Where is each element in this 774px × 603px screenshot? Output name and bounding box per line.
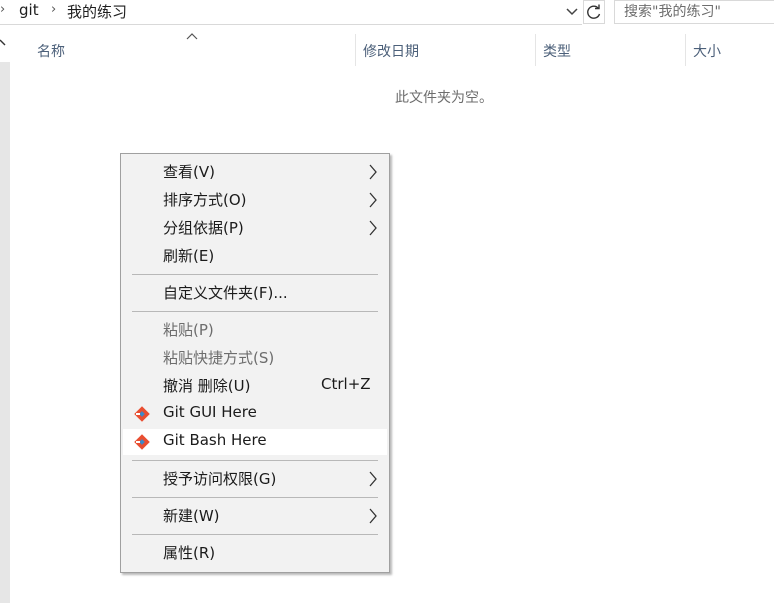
menu-separator	[132, 460, 378, 461]
column-date-modified[interactable]: 修改日期	[363, 41, 419, 61]
address-bar: › git › 我的练习	[0, 0, 774, 26]
column-name[interactable]: 名称	[37, 41, 65, 61]
menu-item-sort-by[interactable]: 排序方式(O)	[123, 187, 387, 213]
navigation-expand-icon[interactable]	[0, 38, 8, 50]
column-type[interactable]: 类型	[543, 41, 571, 61]
menu-item-label: Git Bash Here	[163, 431, 267, 449]
menu-item-view[interactable]: 查看(V)	[123, 159, 387, 185]
menu-item-properties[interactable]: 属性(R)	[123, 540, 387, 566]
column-divider[interactable]	[355, 34, 356, 66]
menu-separator	[132, 534, 378, 535]
sort-ascending-icon	[186, 33, 198, 40]
refresh-icon	[587, 4, 601, 19]
menu-item-label: 查看(V)	[163, 163, 215, 181]
search-box[interactable]	[614, 0, 774, 24]
menu-item-label: Git GUI Here	[163, 403, 257, 421]
menu-item-label: 粘贴快捷方式(S)	[163, 349, 275, 367]
menu-separator	[132, 497, 378, 498]
submenu-chevron-icon	[369, 192, 377, 208]
search-input[interactable]	[624, 2, 774, 22]
menu-item-undo-delete[interactable]: 撤消 删除(U) Ctrl+Z	[123, 373, 387, 399]
menu-item-give-access[interactable]: 授予访问权限(G)	[123, 466, 387, 492]
menu-item-customize-folder[interactable]: 自定义文件夹(F)...	[123, 280, 387, 306]
submenu-chevron-icon	[369, 508, 377, 524]
column-size[interactable]: 大小	[693, 41, 721, 61]
menu-item-label: 授予访问权限(G)	[163, 470, 277, 488]
empty-folder-message: 此文件夹为空。	[395, 90, 493, 106]
menu-separator	[132, 311, 378, 312]
menu-item-shortcut: Ctrl+Z	[321, 375, 371, 393]
submenu-chevron-icon	[369, 471, 377, 487]
menu-item-group-by[interactable]: 分组依据(P)	[123, 215, 387, 241]
menu-item-paste-shortcut[interactable]: 粘贴快捷方式(S)	[123, 345, 387, 371]
menu-item-git-bash[interactable]: Git Bash Here	[123, 429, 387, 455]
breadcrumb-chevron-icon[interactable]: ›	[0, 2, 5, 17]
menu-item-label: 排序方式(O)	[163, 191, 247, 209]
context-menu: 查看(V) 排序方式(O) 分组依据(P) 刷新(E) 自定义文件夹(F)...…	[120, 153, 390, 573]
column-divider[interactable]	[535, 34, 536, 66]
submenu-chevron-icon	[369, 220, 377, 236]
menu-separator	[132, 274, 378, 275]
address-field[interactable]: › git › 我的练习	[0, 0, 582, 25]
menu-item-new[interactable]: 新建(W)	[123, 503, 387, 529]
menu-item-label: 粘贴(P)	[163, 321, 214, 339]
breadcrumb-git[interactable]: git	[19, 1, 39, 19]
git-logo-icon	[134, 406, 150, 422]
menu-item-label: 新建(W)	[163, 507, 220, 525]
submenu-chevron-icon	[369, 164, 377, 180]
menu-item-label: 属性(R)	[163, 544, 216, 562]
navigation-pane-edge	[0, 62, 10, 603]
refresh-button[interactable]	[583, 0, 605, 24]
menu-item-refresh[interactable]: 刷新(E)	[123, 243, 387, 269]
breadcrumb-separator-icon[interactable]: ›	[51, 2, 56, 17]
git-logo-icon	[134, 434, 150, 450]
menu-item-paste[interactable]: 粘贴(P)	[123, 317, 387, 343]
chevron-down-icon[interactable]	[564, 2, 580, 22]
menu-item-label: 刷新(E)	[163, 247, 215, 265]
breadcrumb-current-folder[interactable]: 我的练习	[67, 1, 127, 22]
menu-item-label: 自定义文件夹(F)...	[163, 284, 288, 302]
menu-item-git-gui[interactable]: Git GUI Here	[123, 401, 387, 427]
column-header: 名称 修改日期 类型 大小	[11, 26, 774, 68]
menu-item-label: 分组依据(P)	[163, 219, 244, 237]
menu-item-label: 撤消 删除(U)	[163, 377, 251, 395]
column-divider[interactable]	[685, 34, 686, 66]
